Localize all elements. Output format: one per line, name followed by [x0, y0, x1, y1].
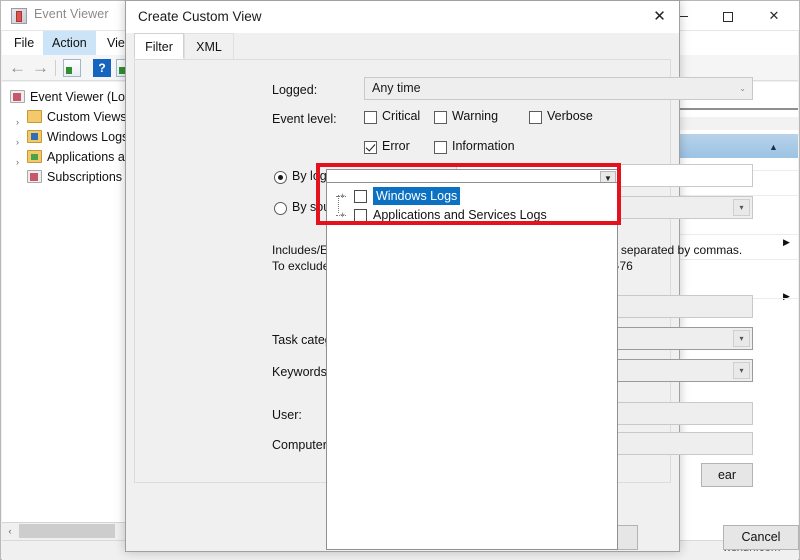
properties-icon[interactable]: [63, 59, 81, 77]
actions-divider: [680, 108, 798, 110]
tab-filter[interactable]: Filter: [134, 33, 184, 59]
scroll-left-icon[interactable]: ‹: [3, 524, 17, 538]
annotation-highlight-rectangle: [316, 163, 621, 225]
checkbox-warning[interactable]: [434, 111, 447, 124]
tree-item-label: Subscriptions: [47, 170, 123, 184]
logged-label: Logged:: [272, 83, 318, 97]
folder-windows-logs-icon: [27, 130, 42, 143]
toolbar-separator: [55, 60, 56, 76]
event-logs-dropdown-list[interactable]: + Windows Logs + Applications and Servic…: [326, 182, 618, 550]
keywords-label: Keywords:: [272, 365, 331, 379]
checkbox-information-label: Information: [452, 139, 515, 153]
radio-by-source[interactable]: [274, 202, 287, 215]
scrollbar-thumb[interactable]: [19, 524, 115, 538]
checkbox-verbose[interactable]: [529, 111, 542, 124]
checkbox-information[interactable]: [434, 141, 447, 154]
dialog-title: Create Custom View: [138, 9, 262, 24]
console-tree-pane: Event Viewer (Local › Custom Views › Win…: [2, 82, 141, 522]
tree-item-event-viewer-local[interactable]: Event Viewer (Local: [2, 87, 141, 107]
chevron-down-icon[interactable]: ⌄: [739, 84, 746, 93]
logged-combobox[interactable]: Any time ⌄: [364, 77, 753, 100]
tab-xml[interactable]: XML: [184, 33, 234, 59]
menu-item-action[interactable]: Action: [43, 31, 96, 55]
logged-value: Any time: [372, 81, 421, 95]
checkbox-error[interactable]: [364, 141, 377, 154]
chevron-up-icon[interactable]: ▲: [769, 142, 778, 152]
checkbox-critical-label: Critical: [382, 109, 421, 123]
back-arrow-icon[interactable]: ←: [9, 59, 27, 77]
close-button[interactable]: ✕: [751, 1, 797, 31]
subscriptions-icon: [27, 170, 42, 183]
tree-item-custom-views[interactable]: › Custom Views: [2, 107, 135, 127]
clear-button[interactable]: ear: [701, 463, 753, 487]
tree-item-subscriptions[interactable]: Subscriptions: [2, 167, 135, 187]
tree-item-windows-logs[interactable]: › Windows Logs: [2, 127, 135, 147]
tree-item-applications-and-services-logs[interactable]: › Applications an: [2, 147, 135, 167]
actions-selected-row[interactable]: [680, 134, 798, 158]
radio-by-log[interactable]: [274, 171, 287, 184]
chevron-down-icon[interactable]: ▾: [733, 362, 750, 379]
chevron-down-icon[interactable]: ▾: [733, 199, 750, 216]
chevron-right-icon[interactable]: ▶: [783, 291, 790, 302]
folder-applications-icon: [27, 150, 42, 163]
event-viewer-title: Event Viewer: [34, 7, 109, 21]
chevron-right-icon[interactable]: ▶: [783, 237, 790, 248]
folder-custom-views-icon: [27, 110, 42, 123]
chevron-down-icon[interactable]: ▾: [733, 330, 750, 347]
cancel-button[interactable]: Cancel: [723, 525, 799, 550]
help-icon[interactable]: ?: [93, 59, 111, 77]
actions-row-divider: [680, 234, 798, 235]
forward-arrow-icon[interactable]: →: [32, 59, 50, 77]
actions-header-band: [680, 117, 798, 130]
tree-item-label: Custom Views: [47, 110, 127, 124]
user-label: User:: [272, 408, 302, 422]
tree-item-label: Applications an: [47, 150, 132, 164]
checkbox-critical[interactable]: [364, 111, 377, 124]
checkbox-error-label: Error: [382, 139, 410, 153]
console-root-icon: [10, 90, 25, 103]
event-level-label: Event level:: [272, 112, 337, 126]
event-viewer-icon: [11, 8, 27, 24]
checkbox-warning-label: Warning: [452, 109, 499, 123]
dialog-close-button[interactable]: ✕: [640, 1, 679, 33]
maximize-button[interactable]: [705, 1, 751, 31]
tree-item-label: Windows Logs: [47, 130, 129, 144]
checkbox-verbose-label: Verbose: [547, 109, 593, 123]
menu-item-file[interactable]: File: [5, 31, 43, 55]
